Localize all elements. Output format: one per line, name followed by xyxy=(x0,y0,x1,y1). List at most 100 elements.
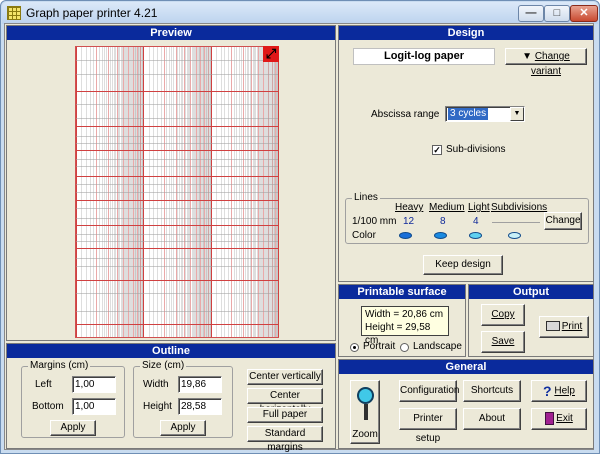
save-button[interactable]: Save xyxy=(481,331,525,353)
zoom-label: Zoom xyxy=(352,429,378,440)
grid-horizontal-line xyxy=(76,208,278,210)
width-input[interactable]: 19,86 xyxy=(178,376,222,393)
magnifier-handle-icon xyxy=(364,404,368,420)
general-panel: General Zoom Configuration Shortcuts ? H… xyxy=(338,359,594,449)
abscissa-range-value: 3 cycles xyxy=(448,108,489,120)
lines-group: Lines Heavy Medium Light Subdivisions 1/… xyxy=(345,192,589,244)
landscape-radio[interactable] xyxy=(400,343,409,352)
client-area: Preview ⤢ Outline Margins (cm) Left 1,00… xyxy=(4,23,594,453)
grid-horizontal-line xyxy=(76,225,278,227)
height-input[interactable]: 28,58 xyxy=(178,398,222,415)
exit-label: Exit xyxy=(556,413,573,424)
height-label: Height xyxy=(143,401,172,412)
keep-design-button[interactable]: Keep design xyxy=(423,255,503,275)
printer-icon xyxy=(545,321,560,332)
full-paper-button[interactable]: Full paper xyxy=(247,407,323,423)
grid-horizontal-line xyxy=(76,192,278,193)
minimize-button[interactable]: — xyxy=(518,5,544,22)
subdivisions-color-swatch[interactable] xyxy=(508,232,521,239)
grid-horizontal-line xyxy=(76,117,278,119)
margins-label: Margins (cm) xyxy=(28,360,91,371)
design-header: Design xyxy=(339,26,593,40)
zoom-button[interactable]: Zoom xyxy=(350,380,380,444)
change-variant-button[interactable]: ▼ Change variant xyxy=(505,48,587,77)
magnifier-icon xyxy=(357,387,374,404)
grid-horizontal-line xyxy=(76,165,278,167)
standard-margins-button[interactable]: Standard margins xyxy=(247,426,323,453)
medium-color-swatch[interactable] xyxy=(434,232,447,239)
grid-horizontal-line xyxy=(76,184,278,186)
heavy-color-swatch[interactable] xyxy=(399,232,412,239)
abscissa-range-select[interactable]: 3 cycles ▼ xyxy=(445,106,525,122)
grid-horizontal-line xyxy=(76,241,278,243)
design-panel: Design Logit-log paper ▼ Change variant … xyxy=(338,25,594,282)
output-panel: Output Copy Save Print xyxy=(468,284,594,357)
grid-horizontal-line xyxy=(76,142,278,144)
subdivisions-label: Sub-divisions xyxy=(446,144,506,155)
subdivisions-line-sample xyxy=(492,222,540,223)
resize-icon[interactable]: ⤢ xyxy=(263,46,279,62)
margins-apply-button[interactable]: Apply xyxy=(50,420,96,436)
center-vertically-button[interactable]: Center vertically xyxy=(247,369,323,385)
light-value[interactable]: 4 xyxy=(473,216,479,227)
subdivisions-checkbox[interactable]: ✓ xyxy=(432,145,442,155)
copy-button[interactable]: Copy xyxy=(481,304,525,326)
landscape-label: Landscape xyxy=(413,341,462,352)
print-label: Print xyxy=(561,321,583,332)
subdivisions-col-label: Subdivisions xyxy=(491,202,548,213)
light-label: Light xyxy=(468,202,490,213)
grid-horizontal-line xyxy=(76,293,278,294)
center-horizontally-button[interactable]: Center horizontally xyxy=(247,388,323,415)
printable-surface-panel: Printable surface Width = 20,86 cm Heigh… xyxy=(338,284,466,357)
grid-horizontal-line xyxy=(76,125,278,127)
grid-horizontal-line xyxy=(76,248,278,250)
grid-horizontal-line xyxy=(76,218,278,220)
about-button[interactable]: About xyxy=(463,408,521,430)
left-margin-input[interactable]: 1,00 xyxy=(72,376,116,393)
paper-preview[interactable]: ⤢ xyxy=(75,46,279,338)
help-button[interactable]: ? Help xyxy=(531,380,587,402)
window-title: Graph paper printer 4.21 xyxy=(26,6,158,20)
dropdown-arrow-icon[interactable]: ▼ xyxy=(510,107,524,121)
shortcuts-button[interactable]: Shortcuts xyxy=(463,380,521,402)
output-header: Output xyxy=(469,285,593,299)
heavy-value[interactable]: 12 xyxy=(403,216,414,227)
medium-label: Medium xyxy=(429,202,465,213)
change-lines-button[interactable]: Change xyxy=(544,212,582,230)
size-group: Size (cm) Width 19,86 Height 28,58 Apply xyxy=(133,360,233,438)
question-mark-icon: ? xyxy=(543,383,552,399)
grid-horizontal-line xyxy=(76,266,278,268)
change-variant-label: Change variant xyxy=(530,51,570,77)
size-apply-button[interactable]: Apply xyxy=(160,420,206,436)
help-label: Help xyxy=(554,385,575,397)
medium-value[interactable]: 8 xyxy=(440,216,446,227)
triangle-down-icon: ▼ xyxy=(522,51,535,62)
title-bar[interactable]: Graph paper printer 4.21 — □ ✕ xyxy=(2,2,598,24)
lines-label: Lines xyxy=(352,192,380,203)
configuration-button[interactable]: Configuration xyxy=(399,380,459,402)
outline-panel: Outline Margins (cm) Left 1,00 Bottom 1,… xyxy=(6,343,336,453)
heavy-label: Heavy xyxy=(395,202,424,213)
portrait-radio[interactable] xyxy=(350,343,359,352)
outline-header: Outline xyxy=(7,344,335,358)
grid-horizontal-line xyxy=(76,91,278,92)
grid-horizontal-line xyxy=(76,258,278,260)
logit-log-grid xyxy=(76,47,279,337)
grid-horizontal-line xyxy=(76,73,278,75)
grid-horizontal-line xyxy=(76,279,278,281)
close-button[interactable]: ✕ xyxy=(570,5,598,22)
printer-setup-button[interactable]: Printer setup xyxy=(399,408,457,444)
maximize-button[interactable]: □ xyxy=(544,5,570,22)
light-color-swatch[interactable] xyxy=(469,232,482,239)
size-label: Size (cm) xyxy=(140,360,187,371)
bottom-margin-input[interactable]: 1,00 xyxy=(72,398,116,415)
grid-horizontal-line xyxy=(76,323,278,325)
grid-horizontal-line xyxy=(76,175,278,177)
exit-button[interactable]: Exit xyxy=(531,408,587,430)
width-label: Width xyxy=(143,379,169,390)
grid-horizontal-line xyxy=(76,150,278,152)
general-header: General xyxy=(339,360,593,374)
save-label: Save xyxy=(491,336,515,347)
print-button[interactable]: Print xyxy=(539,316,589,338)
grid-horizontal-line xyxy=(76,135,278,137)
